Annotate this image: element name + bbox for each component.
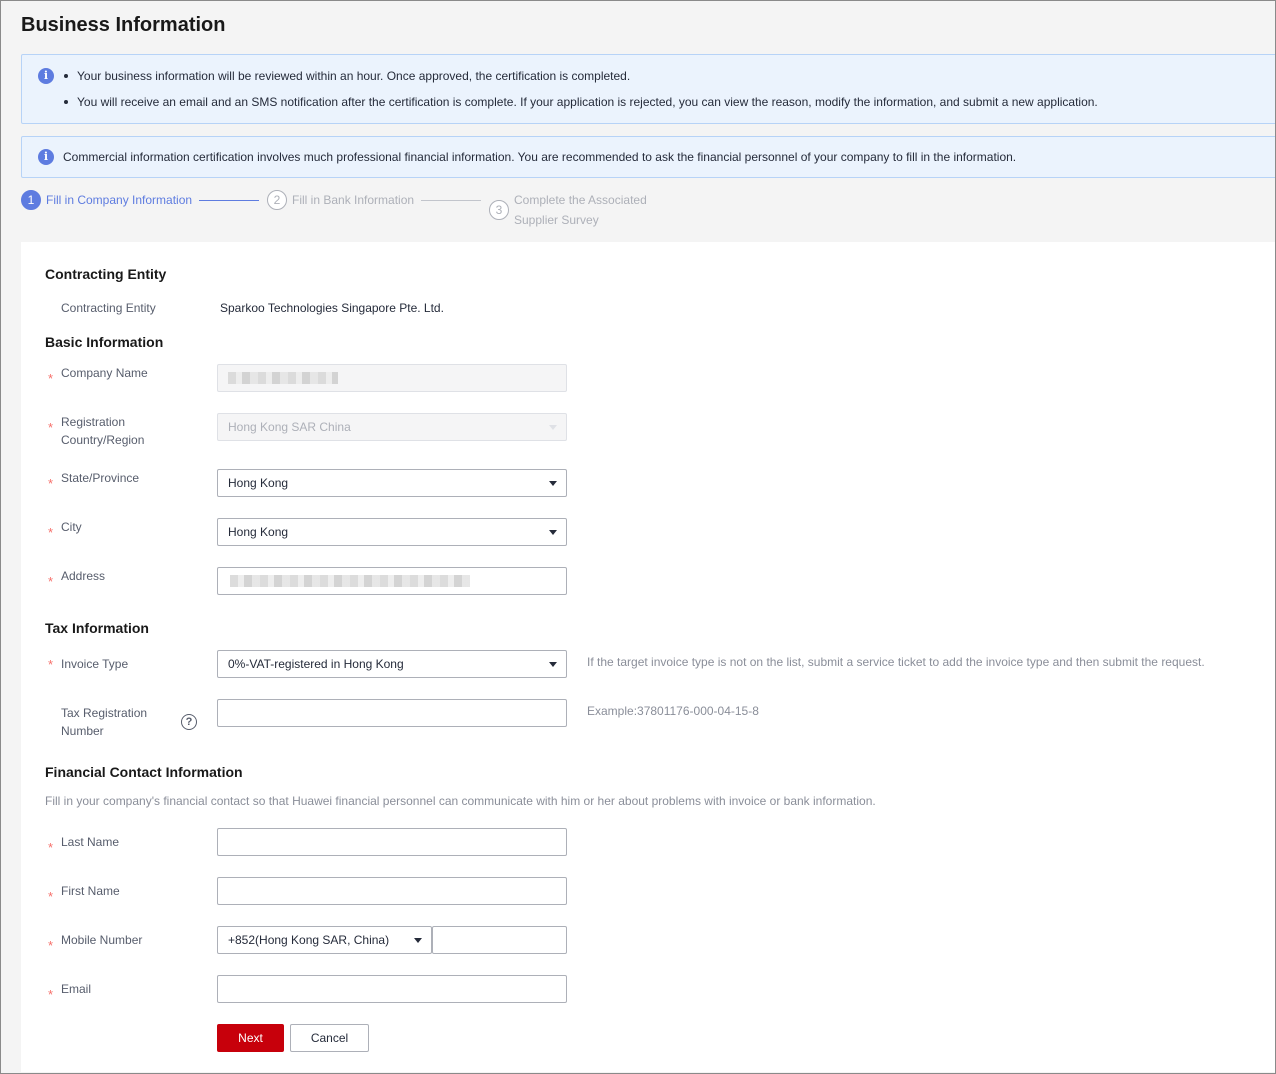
company-name-input [217, 364, 567, 392]
caret-down-icon [549, 662, 557, 667]
step-company-info: 1 Fill in Company Information [21, 190, 192, 210]
review-notice: i Your business information will be revi… [21, 54, 1275, 124]
invoice-type-label: Invoice Type [61, 657, 129, 671]
company-name-label: Company Name [61, 366, 148, 380]
page-frame: Business Information i Your business inf… [0, 0, 1276, 1074]
label-line: Tax Registration [61, 706, 148, 720]
required-mark: * [48, 574, 54, 589]
label-line: Number [61, 724, 104, 738]
step-number: 2 [267, 190, 287, 210]
select-value: Hong Kong [228, 476, 289, 490]
section-title-basic: Basic Information [45, 334, 164, 350]
caret-down-icon [549, 425, 557, 430]
info-icon: i [38, 149, 54, 165]
caret-down-icon [549, 530, 557, 535]
step-label-line: Complete the Associated [514, 193, 647, 207]
invoice-type-hint: If the target invoice type is not on the… [587, 655, 1205, 669]
step-label-line: Supplier Survey [514, 213, 599, 227]
registration-country-select: Hong Kong SAR China [217, 413, 567, 441]
info-icon: i [38, 68, 54, 84]
section-title-contracting: Contracting Entity [45, 266, 167, 282]
tax-registration-label: Tax Registration Number [61, 704, 147, 740]
state-province-select[interactable]: Hong Kong [217, 469, 567, 497]
required-mark: * [48, 420, 54, 435]
mobile-number-input[interactable] [432, 926, 567, 954]
section-title-financial: Financial Contact Information [45, 764, 243, 780]
financial-contact-description: Fill in your company's financial contact… [45, 794, 876, 808]
contracting-entity-value: Sparkoo Technologies Singapore Pte. Ltd. [220, 301, 444, 315]
last-name-label: Last Name [61, 835, 120, 849]
first-name-input[interactable] [217, 877, 567, 905]
mobile-number-label: Mobile Number [61, 933, 143, 947]
step-connector [421, 200, 481, 201]
finance-notice: i Commercial information certification i… [21, 136, 1275, 178]
step-bank-info: 2 Fill in Bank Information [267, 190, 414, 210]
caret-down-icon [414, 938, 422, 943]
cancel-button[interactable]: Cancel [290, 1024, 369, 1052]
redacted-value [228, 372, 338, 384]
label-line: Registration [61, 415, 126, 429]
last-name-input[interactable] [217, 828, 567, 856]
first-name-label: First Name [61, 884, 120, 898]
country-code-select[interactable]: +852(Hong Kong SAR, China) [217, 926, 432, 954]
address-label: Address [61, 569, 106, 583]
required-mark: * [48, 476, 54, 491]
redacted-value [230, 575, 470, 587]
select-value: +852(Hong Kong SAR, China) [228, 933, 390, 947]
notice-bullet: Your business information will be review… [64, 69, 630, 83]
caret-down-icon [549, 481, 557, 486]
step-label: Fill in Bank Information [292, 193, 415, 207]
question-circle-icon[interactable]: ? [181, 714, 197, 730]
tax-registration-input[interactable] [217, 699, 567, 727]
required-mark: * [48, 938, 54, 953]
city-label: City [61, 520, 82, 534]
select-value: 0%-VAT-registered in Hong Kong [228, 657, 404, 671]
label-line: Country/Region [61, 433, 145, 447]
required-mark: * [48, 525, 54, 540]
notice-text: Commercial information certification inv… [63, 150, 1017, 164]
required-mark: * [48, 987, 54, 1002]
required-mark: * [48, 657, 54, 672]
step-connector [199, 200, 259, 201]
state-province-label: State/Province [61, 471, 140, 485]
tax-registration-hint: Example:37801176-000-04-15-8 [587, 704, 759, 718]
next-button[interactable]: Next [217, 1024, 284, 1052]
invoice-type-select[interactable]: 0%-VAT-registered in Hong Kong [217, 650, 567, 678]
step-number: 3 [489, 200, 509, 220]
email-input[interactable] [217, 975, 567, 1003]
contracting-entity-label: Contracting Entity [61, 301, 156, 315]
city-select[interactable]: Hong Kong [217, 518, 567, 546]
select-value: Hong Kong [228, 525, 289, 539]
section-title-tax: Tax Information [45, 620, 149, 636]
step-number: 1 [21, 190, 41, 210]
registration-country-label: Registration Country/Region [61, 413, 144, 449]
step-label: Complete the Associated Supplier Survey [514, 190, 647, 230]
page-title: Business Information [21, 14, 226, 36]
step-supplier-survey: 3 Complete the Associated Supplier Surve… [489, 190, 647, 230]
required-mark: * [48, 889, 54, 904]
email-label: Email [61, 982, 92, 996]
step-label: Fill in Company Information [46, 193, 193, 207]
required-mark: * [48, 371, 54, 386]
notice-bullet: You will receive an email and an SMS not… [64, 95, 1098, 109]
select-value: Hong Kong SAR China [228, 420, 351, 434]
address-input[interactable] [217, 567, 567, 595]
required-mark: * [48, 840, 54, 855]
